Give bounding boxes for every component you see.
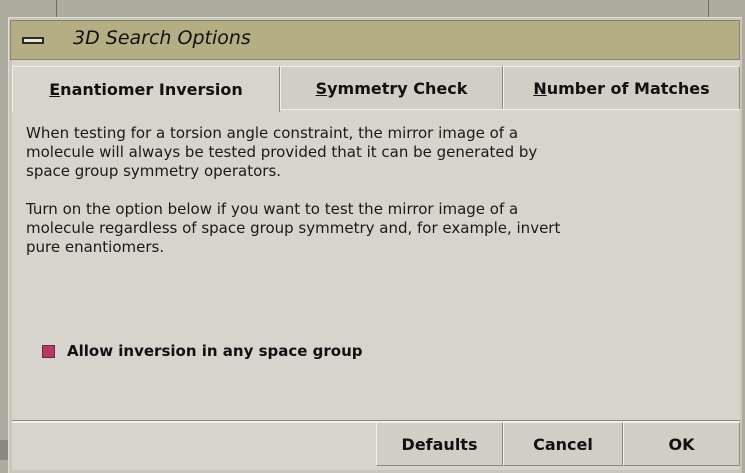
tab-label: nantiomer Inversion bbox=[60, 80, 243, 99]
background-tick bbox=[56, 0, 57, 17]
background-tick bbox=[708, 0, 709, 17]
allow-inversion-label: Allow inversion in any space group bbox=[67, 342, 363, 360]
title-bar[interactable]: 3D Search Options bbox=[10, 20, 740, 60]
window-menu-icon bbox=[22, 36, 44, 44]
dialog-panel: Enantiomer Inversion Symmetry Check Numb… bbox=[12, 60, 740, 470]
allow-inversion-checkbox[interactable] bbox=[42, 344, 55, 358]
background-edge bbox=[0, 440, 8, 460]
tab-divider bbox=[280, 109, 740, 110]
cancel-button[interactable]: Cancel bbox=[503, 422, 623, 466]
allow-inversion-option[interactable]: Allow inversion in any space group bbox=[42, 342, 363, 360]
tab-mnemonic: E bbox=[49, 80, 61, 99]
tab-mnemonic: N bbox=[533, 78, 547, 98]
defaults-button[interactable]: Defaults bbox=[376, 422, 503, 466]
tab-mnemonic: S bbox=[315, 78, 328, 98]
tab-symmetry-check[interactable]: Symmetry Check bbox=[280, 66, 503, 110]
tab-label: ymmetry Check bbox=[327, 78, 468, 98]
tab-bar: Enantiomer Inversion Symmetry Check Numb… bbox=[12, 66, 740, 112]
tab-enantiomer-inversion[interactable]: Enantiomer Inversion bbox=[12, 66, 280, 112]
window-title: 3D Search Options bbox=[73, 27, 251, 49]
description-paragraph-2: Turn on the option below if you want to … bbox=[26, 200, 561, 256]
tab-content: When testing for a torsion angle constra… bbox=[26, 124, 726, 276]
description-paragraph-1: When testing for a torsion angle constra… bbox=[26, 124, 538, 180]
tab-number-of-matches[interactable]: Number of Matches bbox=[503, 66, 740, 110]
tab-label: umber of Matches bbox=[546, 78, 710, 98]
ok-button[interactable]: OK bbox=[623, 422, 740, 466]
button-bar-spacer bbox=[12, 422, 376, 466]
window-menu-button[interactable] bbox=[11, 21, 55, 59]
